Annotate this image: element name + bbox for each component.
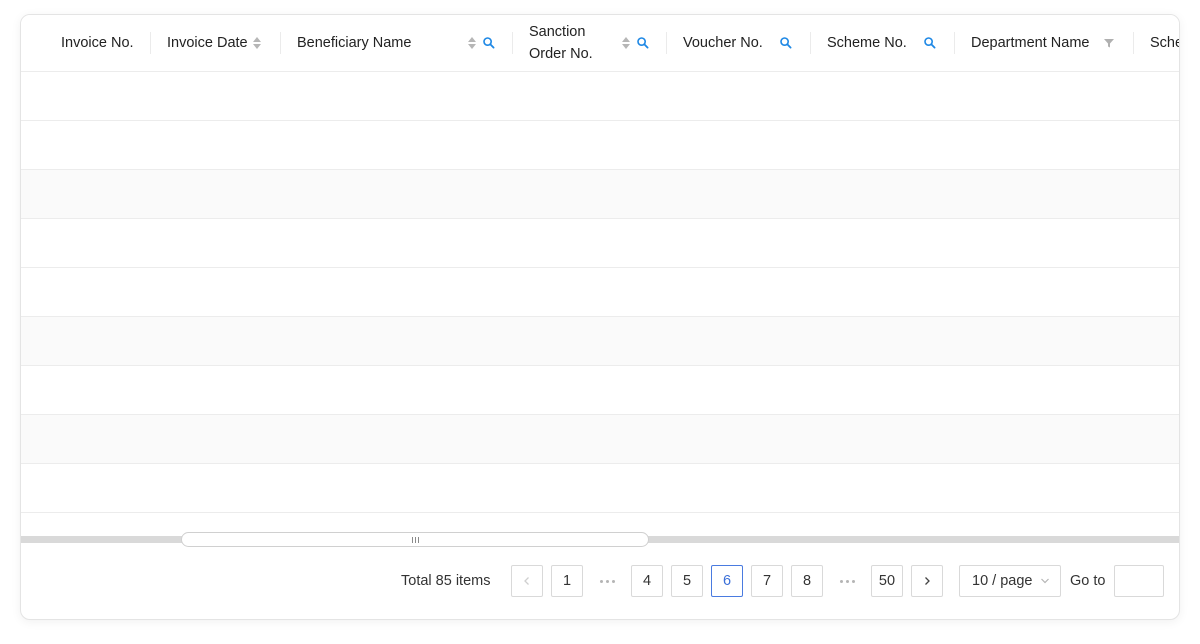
- table-row[interactable]: [21, 121, 1179, 170]
- column-label: Invoice No.: [61, 35, 134, 51]
- table-card: Invoice No. Invoice Date Beneficiary Nam…: [20, 14, 1180, 620]
- page-button-6-current[interactable]: 6: [711, 565, 743, 597]
- filter-icon[interactable]: [1103, 37, 1115, 49]
- grip-icon: [411, 536, 419, 543]
- page-size-value: 10 / page: [972, 573, 1033, 589]
- search-icon[interactable]: [636, 36, 650, 50]
- table-row[interactable]: [21, 268, 1179, 317]
- column-header-department-name[interactable]: Department Name: [955, 15, 1134, 71]
- goto-label: Go to: [1070, 573, 1106, 589]
- table-row[interactable]: [21, 170, 1179, 219]
- page-button-5[interactable]: 5: [671, 565, 703, 597]
- table-viewport: Invoice No. Invoice Date Beneficiary Nam…: [21, 15, 1180, 527]
- page-size-select[interactable]: 10 / page: [959, 565, 1061, 597]
- table-header: Invoice No. Invoice Date Beneficiary Nam…: [21, 15, 1180, 72]
- table-row[interactable]: [21, 415, 1179, 464]
- jump-prev-ellipsis[interactable]: [591, 565, 623, 597]
- column-label: Voucher No.: [683, 35, 763, 51]
- column-header-scheme-no[interactable]: Scheme No.: [811, 15, 955, 71]
- chevron-down-icon: [1041, 578, 1049, 584]
- goto-page-input[interactable]: [1114, 565, 1164, 597]
- chevron-right-icon: [925, 577, 930, 585]
- page-button-1[interactable]: 1: [551, 565, 583, 597]
- chevron-left-icon: [524, 577, 529, 585]
- search-icon[interactable]: [482, 36, 496, 50]
- table-row[interactable]: [21, 219, 1179, 268]
- table-row[interactable]: [21, 464, 1179, 513]
- sort-icon[interactable]: [621, 36, 631, 50]
- total-items-label: Total 85 items: [401, 573, 491, 589]
- column-label: Scheme No.: [827, 35, 907, 51]
- column-label: Invoice Date: [167, 35, 248, 51]
- column-header-sanction-order-no[interactable]: Sanction Order No.: [513, 15, 667, 71]
- column-label: Sanction Order No.: [529, 24, 593, 62]
- page-button-4[interactable]: 4: [631, 565, 663, 597]
- search-icon[interactable]: [923, 36, 937, 50]
- next-page-button[interactable]: [911, 565, 943, 597]
- table-row[interactable]: [21, 366, 1179, 415]
- prev-page-button[interactable]: [511, 565, 543, 597]
- column-header-scheme-name[interactable]: Sche: [1134, 15, 1180, 71]
- column-label: Department Name: [971, 35, 1090, 51]
- column-header-voucher-no[interactable]: Voucher No.: [667, 15, 811, 71]
- pagination: Total 85 items 1 4 5 6 7 8 50 10 / page …: [21, 565, 1179, 597]
- column-header-invoice-no[interactable]: Invoice No.: [21, 15, 151, 71]
- search-icon[interactable]: [779, 36, 793, 50]
- column-header-beneficiary-name[interactable]: Beneficiary Name: [281, 15, 513, 71]
- horizontal-scrollbar-thumb[interactable]: [181, 532, 649, 547]
- jump-next-ellipsis[interactable]: [831, 565, 863, 597]
- page-button-50[interactable]: 50: [871, 565, 903, 597]
- sort-icon[interactable]: [467, 36, 477, 50]
- page-button-8[interactable]: 8: [791, 565, 823, 597]
- column-label: Beneficiary Name: [297, 35, 412, 51]
- sort-icon[interactable]: [252, 36, 262, 50]
- table-row[interactable]: [21, 72, 1179, 121]
- column-header-invoice-date[interactable]: Invoice Date: [151, 15, 281, 71]
- column-label: Sche: [1150, 35, 1180, 51]
- table-row[interactable]: [21, 317, 1179, 366]
- page-button-7[interactable]: 7: [751, 565, 783, 597]
